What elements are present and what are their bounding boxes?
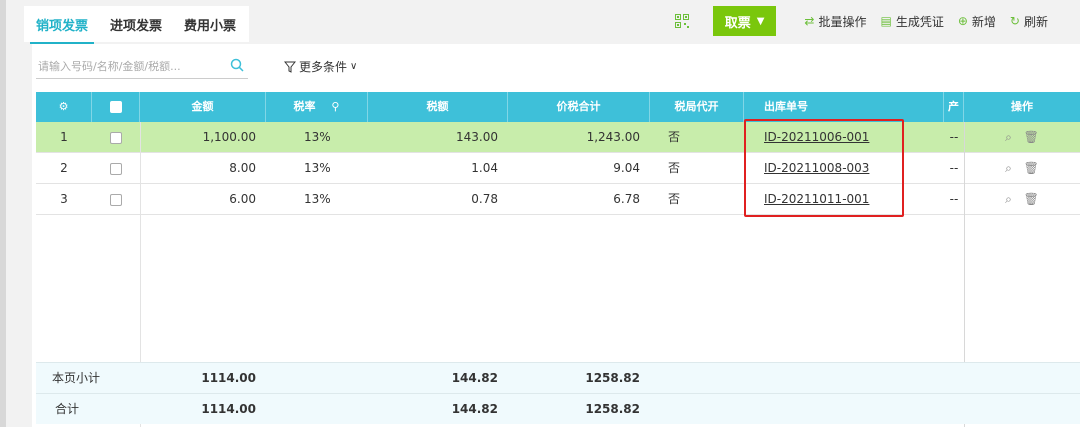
add-button[interactable]: ⊕ 新增: [958, 13, 996, 30]
header-tax-rate[interactable]: 税率 ⚲: [266, 92, 368, 122]
add-circle-icon: ⊕: [957, 14, 968, 28]
row-outbound-link[interactable]: ID-20211006-001: [764, 130, 869, 144]
ticket-button[interactable]: 取票 ▼: [712, 6, 777, 36]
header-tax-rate-label: 税率: [293, 100, 316, 113]
row-tax-rate: 13%: [304, 192, 331, 206]
invoice-tabs: 销项发票 进项发票 费用小票: [24, 6, 249, 44]
view-icon[interactable]: ⌕: [1005, 161, 1012, 175]
row-tax-agency: 否: [668, 161, 681, 175]
table-header: ⚙ 金额 税率 ⚲ 税额 价税合计 税局代开 出库单号 产 操作: [36, 92, 1080, 122]
row-outbound-link[interactable]: ID-20211011-001: [764, 192, 869, 206]
tab-expense-receipt[interactable]: 费用小票: [184, 15, 236, 34]
grand-total-total: 1258.82: [585, 402, 640, 416]
add-label: 新增: [971, 14, 996, 29]
chevron-down-icon: ▼: [756, 15, 765, 27]
select-all-checkbox[interactable]: [109, 101, 122, 113]
row-checkbox[interactable]: [110, 162, 122, 175]
voucher-label: 生成凭证: [895, 14, 944, 29]
select-all-cell: [92, 92, 140, 122]
filter-icon: [284, 61, 296, 73]
page-subtotal-label: 本页小计: [51, 371, 100, 385]
invoice-table: ⚙ 金额 税率 ⚲ 税额 价税合计 税局代开 出库单号 产 操作 1 1,100…: [36, 92, 1080, 427]
row-tax-rate: 13%: [304, 130, 331, 144]
header-outbound-no[interactable]: 出库单号: [744, 92, 944, 122]
table-row[interactable]: 1 1,100.00 13% 143.00 1,243.00 否 ID-2021…: [36, 122, 1080, 153]
trash-icon[interactable]: 🗑: [1024, 130, 1039, 144]
column-settings[interactable]: ⚙: [36, 92, 92, 122]
row-tax: 0.78: [471, 192, 498, 206]
row-amount: 8.00: [229, 161, 256, 175]
header-tax-agency[interactable]: 税局代开: [650, 92, 744, 122]
row-checkbox[interactable]: [110, 131, 122, 144]
row-index: 2: [60, 161, 68, 175]
grand-total-row: 合计 1114.00 144.82 1258.82: [36, 393, 1080, 424]
row-total: 1,243.00: [586, 130, 640, 144]
chevron-down-icon: ∨: [350, 61, 358, 72]
trash-icon[interactable]: 🗑: [1024, 192, 1039, 206]
table-row[interactable]: 3 6.00 13% 0.78 6.78 否 ID-20211011-001 -…: [36, 184, 1080, 215]
page-subtotal-tax: 144.82: [451, 371, 498, 385]
refresh-label: 刷新: [1023, 14, 1048, 29]
refresh-button[interactable]: ↻ 刷新: [1010, 13, 1048, 30]
ticket-button-label: 取票: [724, 15, 751, 31]
row-product: --: [949, 192, 959, 206]
left-edge-strip: [0, 0, 6, 427]
header-tax[interactable]: 税额: [368, 92, 508, 122]
toolbar: 取票 ▼ ⇄ 批量操作 ▤ 生成凭证 ⊕ 新增 ↻ 刷新: [674, 6, 1048, 36]
row-amount: 1,100.00: [202, 130, 256, 144]
row-checkbox[interactable]: [110, 193, 122, 206]
table-row[interactable]: 2 8.00 13% 1.04 9.04 否 ID-20211008-003 -…: [36, 153, 1080, 184]
grand-total-amount: 1114.00: [201, 402, 256, 416]
row-product: --: [949, 130, 959, 144]
gear-icon: ⚙: [58, 100, 69, 113]
batch-operation-button[interactable]: ⇄ 批量操作: [804, 13, 866, 30]
column-filter-icon[interactable]: ⚲: [331, 100, 339, 113]
tab-sales-invoice[interactable]: 销项发票: [29, 15, 95, 44]
trash-icon[interactable]: 🗑: [1024, 161, 1039, 175]
search-input[interactable]: [36, 58, 220, 74]
row-total: 6.78: [613, 192, 640, 206]
more-conditions-button[interactable]: 更多条件 ∨: [284, 58, 357, 75]
batch-icon: ⇄: [804, 14, 815, 28]
tab-purchase-invoice[interactable]: 进项发票: [110, 15, 162, 34]
row-outbound-link[interactable]: ID-20211008-003: [764, 161, 869, 175]
batch-label: 批量操作: [818, 14, 867, 29]
row-total: 9.04: [613, 161, 640, 175]
more-conditions-label: 更多条件: [299, 60, 348, 74]
generate-voucher-button[interactable]: ▤ 生成凭证: [880, 13, 943, 30]
page-subtotal-amount: 1114.00: [201, 371, 256, 385]
row-tax-agency: 否: [668, 130, 681, 144]
row-index: 1: [60, 130, 68, 144]
main-panel: 更多条件 ∨ ⚙ 金额 税率 ⚲ 税额 价税合计 税局代开 出库单号 产 操作 …: [32, 44, 1080, 427]
row-tax-agency: 否: [668, 192, 681, 206]
row-tax: 1.04: [471, 161, 498, 175]
row-index: 3: [60, 192, 68, 206]
voucher-icon: ▤: [880, 14, 892, 28]
row-product: --: [949, 161, 959, 175]
row-tax: 143.00: [456, 130, 498, 144]
search-box: [36, 54, 248, 79]
header-total[interactable]: 价税合计: [508, 92, 650, 122]
row-tax-rate: 13%: [304, 161, 331, 175]
search-icon[interactable]: [230, 58, 244, 72]
qr-code-icon[interactable]: [674, 14, 689, 28]
page-subtotal-row: 本页小计 1114.00 144.82 1258.82: [36, 362, 1080, 393]
refresh-icon: ↻: [1009, 14, 1020, 28]
header-actions: 操作: [1011, 100, 1033, 113]
view-icon[interactable]: ⌕: [1005, 130, 1012, 144]
header-product[interactable]: 产: [944, 92, 964, 122]
view-icon[interactable]: ⌕: [1005, 192, 1012, 206]
row-amount: 6.00: [229, 192, 256, 206]
grand-total-label: 合计: [54, 402, 79, 416]
page-subtotal-total: 1258.82: [585, 371, 640, 385]
header-amount[interactable]: 金额: [140, 92, 266, 122]
grand-total-tax: 144.82: [451, 402, 498, 416]
